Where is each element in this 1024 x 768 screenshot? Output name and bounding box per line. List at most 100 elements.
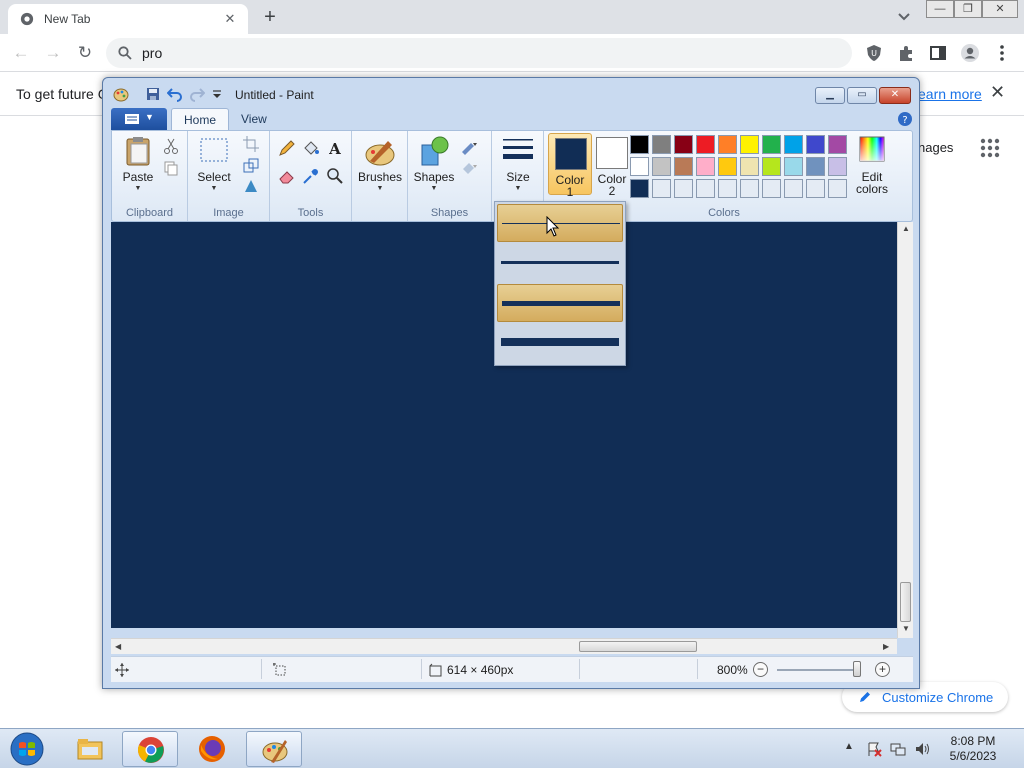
palette-color-swatch[interactable] [740,157,759,176]
palette-color-swatch[interactable] [784,179,803,198]
new-tab-button[interactable]: + [258,6,282,28]
tab-search-chevron-icon[interactable] [894,8,914,26]
chrome-close-button[interactable]: ✕ [982,0,1018,18]
palette-color-swatch[interactable] [674,179,693,198]
horizontal-scrollbar[interactable]: ◀ ▶ [111,638,897,654]
shapes-button[interactable]: Shapes ▼ [412,135,456,199]
horizontal-scroll-thumb[interactable] [579,641,697,652]
palette-color-swatch[interactable] [718,135,737,154]
palette-color-swatch[interactable] [784,157,803,176]
copy-icon[interactable] [162,159,180,177]
color1-button[interactable]: Color 1 [548,133,592,198]
paint-close-button[interactable]: ✕ [879,87,911,104]
customize-qat-chevron-icon[interactable] [209,86,225,102]
scroll-left-icon[interactable]: ◀ [115,642,121,651]
forward-button[interactable]: → [42,42,64,64]
palette-color-swatch[interactable] [630,135,649,154]
tab-new-tab[interactable]: New Tab ✕ [8,4,248,34]
scroll-right-icon[interactable]: ▶ [883,642,889,651]
palette-color-swatch[interactable] [762,179,781,198]
palette-color-swatch[interactable] [784,135,803,154]
undo-icon[interactable] [167,86,183,102]
palette-color-swatch[interactable] [740,135,759,154]
palette-color-swatch[interactable] [762,135,781,154]
palette-color-swatch[interactable] [718,179,737,198]
vertical-scroll-thumb[interactable] [900,582,911,622]
palette-color-swatch[interactable] [806,157,825,176]
pencil-tool-icon[interactable] [278,139,296,157]
taskbar-chrome[interactable] [122,731,178,767]
palette-color-swatch[interactable] [806,179,825,198]
size-option-size-5px[interactable] [497,284,623,322]
zoom-slider-thumb[interactable] [853,661,861,677]
select-button[interactable]: Select ▼ [192,135,236,199]
google-apps-icon[interactable] [980,138,1000,158]
zoom-out-button[interactable]: − [753,662,768,677]
network-icon[interactable] [890,741,906,757]
fill-icon[interactable] [460,159,478,177]
palette-color-swatch[interactable] [674,157,693,176]
text-tool-icon[interactable]: A [326,139,344,157]
zoom-in-button[interactable]: + [875,662,890,677]
palette-color-swatch[interactable] [718,157,737,176]
edit-colors-button[interactable]: Edit colors [850,135,894,199]
color2-button[interactable]: Color 2 [590,133,634,197]
system-clock[interactable]: 8:08 PM 5/6/2023 [940,734,1006,764]
save-icon[interactable] [145,86,161,102]
taskbar-paint[interactable] [246,731,302,767]
action-center-flag-icon[interactable] [866,741,882,757]
back-button[interactable]: ← [10,42,32,64]
tab-close-icon[interactable]: ✕ [220,9,240,29]
size-option-size-3px[interactable] [497,244,623,282]
chrome-restore-button[interactable]: ❐ [954,0,982,18]
cut-icon[interactable] [162,137,180,155]
taskbar-file-explorer[interactable] [62,731,118,767]
chrome-minimize-button[interactable]: — [926,0,954,18]
palette-color-swatch[interactable] [828,135,847,154]
palette-color-swatch[interactable] [762,157,781,176]
fill-bucket-icon[interactable] [302,139,320,157]
chrome-menu-icon[interactable] [992,43,1012,63]
tab-view[interactable]: View [229,108,279,130]
palette-color-swatch[interactable] [652,179,671,198]
magnifier-icon[interactable] [326,167,344,185]
paint-file-menu-button[interactable]: ▼ [111,108,167,130]
resize-icon[interactable] [242,157,260,175]
palette-color-swatch[interactable] [806,135,825,154]
learn-more-link[interactable]: earn more [918,86,982,102]
side-panel-icon[interactable] [928,43,948,63]
reload-button[interactable]: ↻ [74,42,96,64]
size-option-size-1px[interactable] [497,204,623,242]
size-option-size-8px[interactable] [497,324,623,362]
paste-button[interactable]: Paste ▼ [116,135,160,199]
address-bar[interactable] [106,38,852,68]
paint-maximize-button[interactable]: ▭ [847,87,877,104]
redo-icon[interactable] [189,86,205,102]
volume-icon[interactable] [914,741,930,757]
puzzle-extensions-icon[interactable] [896,43,916,63]
paint-app-icon[interactable] [113,86,129,102]
help-icon[interactable]: ? [897,111,913,127]
size-button[interactable]: Size ▼ [496,135,540,199]
address-input[interactable] [142,43,822,63]
rotate-icon[interactable] [242,177,260,195]
profile-avatar-icon[interactable] [960,43,980,63]
images-link[interactable]: nages [918,140,953,155]
palette-color-swatch[interactable] [674,135,693,154]
vertical-scrollbar[interactable]: ▲ ▼ [897,222,913,638]
palette-color-swatch[interactable] [652,157,671,176]
paint-minimize-button[interactable]: ▁ [815,87,845,104]
outline-icon[interactable] [460,137,478,155]
eraser-icon[interactable] [278,167,296,185]
palette-color-swatch[interactable] [828,157,847,176]
palette-color-swatch[interactable] [696,179,715,198]
infobar-close-icon[interactable]: ✕ [990,82,1005,103]
tray-show-hidden-icon[interactable]: ▲ [844,741,860,757]
start-button-windows-icon[interactable] [4,731,50,767]
palette-color-swatch[interactable] [630,157,649,176]
palette-color-swatch[interactable] [630,179,649,198]
scroll-down-icon[interactable]: ▼ [902,624,910,633]
palette-color-swatch[interactable] [696,157,715,176]
scroll-up-icon[interactable]: ▲ [902,224,910,233]
color-picker-icon[interactable] [302,167,320,185]
